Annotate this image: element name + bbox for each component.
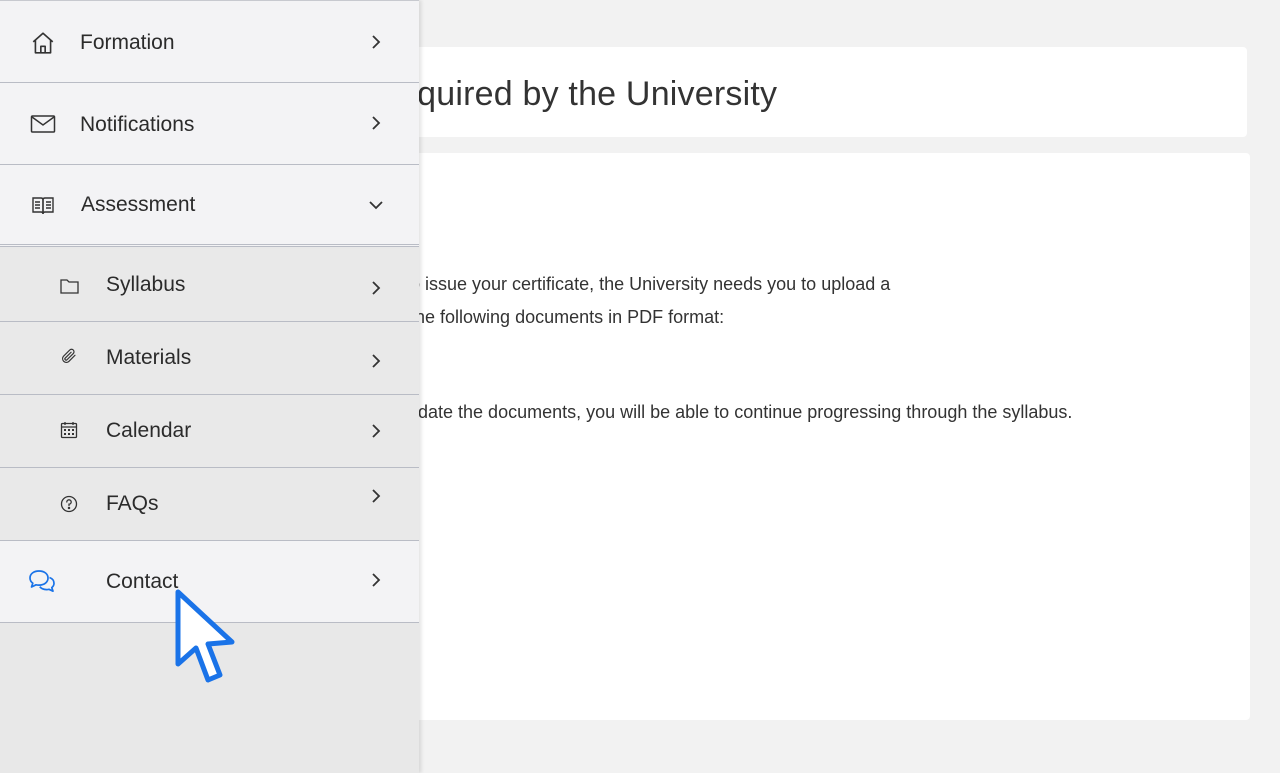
chevron-right-icon xyxy=(372,116,381,130)
chevron-right-icon xyxy=(372,573,381,587)
sidebar-item-label: Calendar xyxy=(106,419,192,442)
sidebar-item-faqs[interactable]: FAQs xyxy=(0,468,419,541)
sidebar-item-notifications[interactable]: Notifications xyxy=(0,83,419,165)
chevron-right-icon xyxy=(372,35,381,49)
book-icon xyxy=(32,197,54,215)
sidebar-item-label: Materials xyxy=(106,346,192,369)
paragraph-line: the following documents in PDF format: xyxy=(410,307,725,327)
chevron-right-icon xyxy=(372,354,381,368)
paragraph-line: lidate the documents, you will be able t… xyxy=(410,402,1073,422)
chat-bubbles-icon xyxy=(29,570,55,593)
folder-icon xyxy=(60,279,79,294)
paperclip-icon xyxy=(62,348,76,363)
home-icon xyxy=(32,32,54,54)
chevron-down-icon xyxy=(369,201,383,210)
sidebar-item-materials[interactable]: Materials xyxy=(0,322,419,395)
chevron-right-icon xyxy=(372,424,381,438)
question-circle-icon xyxy=(60,495,78,513)
paragraph-line: o issue your certificate, the University… xyxy=(410,274,891,294)
page-title: equired by the University xyxy=(398,75,778,113)
envelope-icon xyxy=(30,115,56,133)
chevron-right-icon xyxy=(372,281,381,295)
sidebar-item-calendar[interactable]: Calendar xyxy=(0,395,419,468)
sidebar-item-label: Assessment xyxy=(81,193,196,216)
content-card: o issue your certificate, the University… xyxy=(300,153,1250,720)
calendar-icon xyxy=(60,422,78,439)
sidebar-item-label: Notifications xyxy=(80,113,195,136)
sidebar-item-label: Formation xyxy=(80,31,175,54)
sidebar-item-label: Contact xyxy=(106,570,179,593)
chevron-right-icon xyxy=(372,489,381,503)
sidebar-item-formation[interactable]: Formation xyxy=(0,1,419,83)
sidebar-item-label: Syllabus xyxy=(106,273,186,296)
page-header-card: equired by the University xyxy=(300,47,1247,137)
sidebar-item-syllabus[interactable]: Syllabus xyxy=(0,249,419,322)
sidebar-item-label: FAQs xyxy=(106,492,159,515)
mouse-cursor-icon xyxy=(175,589,235,683)
sidebar-item-assessment[interactable]: Assessment xyxy=(0,165,419,247)
